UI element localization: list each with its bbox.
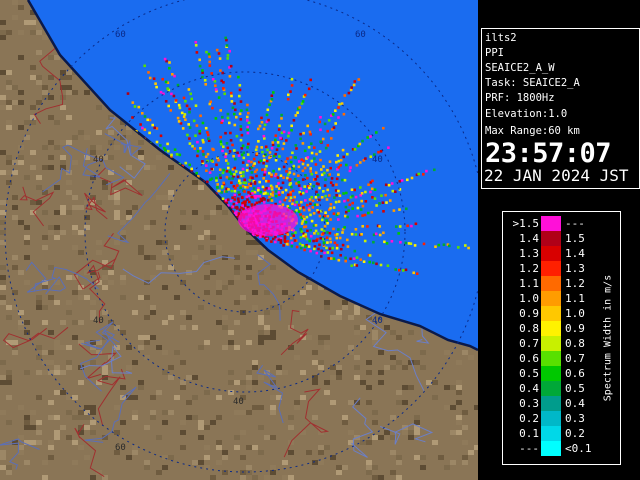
legend-high-value: --- xyxy=(565,217,585,230)
legend-high-value: 1.2 xyxy=(565,277,585,290)
legend-high-value: 1.0 xyxy=(565,307,585,320)
scan-time: 23:57:07 xyxy=(485,138,612,169)
legend-swatch xyxy=(541,261,561,276)
prf-value: PRF: 1800Hz xyxy=(485,92,555,104)
legend-high-value: 1.5 xyxy=(565,232,585,245)
legend-unit-label: Spectrum Width in m/s xyxy=(602,274,614,402)
legend-high-value: 0.2 xyxy=(565,427,585,440)
legend-swatch xyxy=(541,336,561,351)
scan-name: SEAICE2_A_W xyxy=(485,62,555,74)
range-label: 60 xyxy=(355,30,366,40)
legend-low-value: 1.1 xyxy=(519,277,539,290)
legend-low-value: --- xyxy=(519,442,539,455)
legend-swatch xyxy=(541,276,561,291)
legend-swatch xyxy=(541,291,561,306)
legend-swatch xyxy=(541,231,561,246)
legend-low-value: >1.5 xyxy=(512,217,540,230)
range-label: 40 xyxy=(93,155,104,165)
legend-low-value: 0.3 xyxy=(519,397,539,410)
legend-swatch xyxy=(541,426,561,441)
legend-low-value: 0.4 xyxy=(519,382,539,395)
legend-high-value: <0.1 xyxy=(565,442,592,455)
range-label: 40 xyxy=(93,316,104,326)
legend-swatch xyxy=(541,396,561,411)
legend-swatch xyxy=(541,441,561,456)
legend-swatch xyxy=(541,351,561,366)
legend-swatch xyxy=(541,306,561,321)
legend-high-value: 1.1 xyxy=(565,292,585,305)
legend-high-value: 1.3 xyxy=(565,262,585,275)
legend-high-value: 0.4 xyxy=(565,397,585,410)
legend-high-value: 0.7 xyxy=(565,352,585,365)
legend-low-value: 1.4 xyxy=(519,232,539,245)
legend-high-value: 1.4 xyxy=(565,247,585,260)
legend-swatch xyxy=(541,321,561,336)
scan-date: 22 JAN 2024 JST xyxy=(484,166,629,185)
range-label: 40 xyxy=(372,316,383,326)
legend-swatch xyxy=(541,366,561,381)
legend-high-value: 0.8 xyxy=(565,337,585,350)
legend-swatch xyxy=(541,246,561,261)
range-label: 40 xyxy=(372,155,383,165)
legend-high-value: 0.5 xyxy=(565,382,585,395)
legend-low-value: 1.3 xyxy=(519,247,539,260)
legend-low-value: 1.0 xyxy=(519,292,539,305)
legend-high-value: 0.9 xyxy=(565,322,585,335)
legend-swatch xyxy=(541,411,561,426)
range-label: 40 xyxy=(233,397,244,407)
legend-low-value: 0.2 xyxy=(519,412,539,425)
legend-low-value: 1.2 xyxy=(519,262,539,275)
radar-ppi-display: 60 40 40 40 40 40 60 60 xyxy=(0,0,478,480)
max-range-value: Max Range:60 km xyxy=(485,125,580,137)
legend-high-value: 0.3 xyxy=(565,412,585,425)
legend-low-value: 0.1 xyxy=(519,427,539,440)
legend-high-value: 0.6 xyxy=(565,367,585,380)
legend-low-value: 0.9 xyxy=(519,307,539,320)
legend-low-value: 0.6 xyxy=(519,352,539,365)
task-name: Task: SEAICE2_A xyxy=(485,77,580,89)
legend-swatch xyxy=(541,216,561,231)
legend-low-value: 0.5 xyxy=(519,367,539,380)
legend-swatch xyxy=(541,381,561,396)
elevation-value: Elevation:1.0 xyxy=(485,108,568,120)
color-legend: >1.5 --- 1.4 1.5 1.3 1.4 1.2 1.3 1.1 1.2 1.0 1.1 0.9… xyxy=(502,211,621,465)
site-name: ilts2 xyxy=(485,32,517,44)
scan-info-panel: ilts2 PPI SEAICE2_A_W Task: SEAICE2_A PR… xyxy=(481,28,640,189)
range-label: 60 xyxy=(115,30,126,40)
range-label: 60 xyxy=(115,443,126,453)
legend-low-value: 0.7 xyxy=(519,337,539,350)
legend-low-value: 0.8 xyxy=(519,322,539,335)
scan-mode: PPI xyxy=(485,47,504,59)
